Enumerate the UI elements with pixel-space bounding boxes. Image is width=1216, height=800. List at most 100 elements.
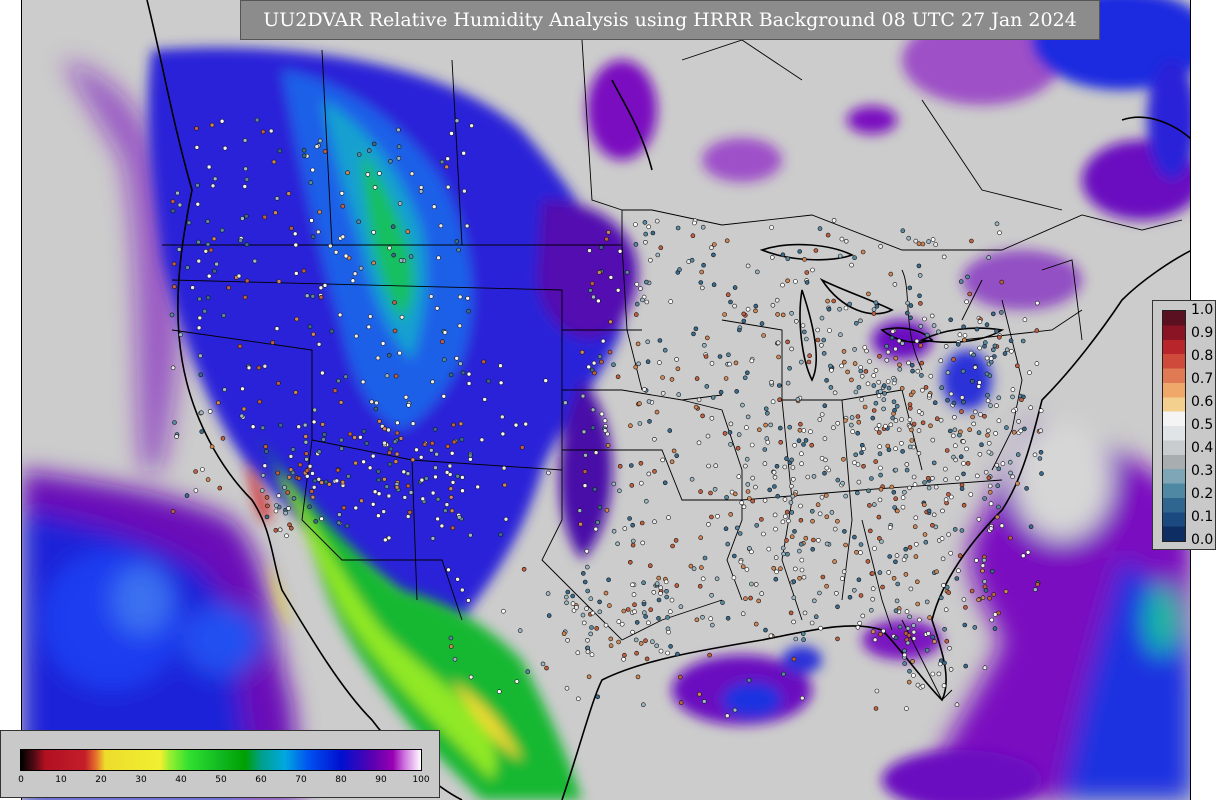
observation-marker [734,525,740,531]
observation-marker [338,437,344,443]
observation-marker [582,469,588,474]
observation-marker [320,422,326,427]
observation-marker [787,424,793,430]
observation-marker [791,619,796,625]
observation-marker [881,397,887,403]
observation-marker [753,484,758,490]
observation-marker [724,713,730,719]
observation-marker [859,373,865,379]
observation-marker [275,470,281,476]
observation-marker [782,464,788,470]
observation-marker [309,489,315,494]
observation-marker [982,340,988,345]
observation-marker [796,438,802,444]
observation-marker [197,296,202,302]
observation-marker [992,612,998,617]
observation-marker [943,607,949,613]
observation-marker [980,563,986,568]
observation-marker [790,476,796,482]
observation-marker [674,357,679,362]
observation-marker [671,448,677,454]
observation-marker [873,706,879,711]
observation-marker [990,347,996,353]
observation-marker [880,584,885,590]
observation-marker [638,460,644,466]
observation-marker [693,404,699,410]
observation-marker [338,400,344,405]
observation-marker [376,513,381,519]
observation-marker [903,553,909,559]
observation-marker [878,465,883,471]
observation-marker [817,511,823,517]
observation-marker [386,427,391,433]
observation-marker [865,559,871,564]
observation-marker [638,641,644,646]
observation-marker [444,502,450,507]
observation-marker [983,588,989,593]
observation-marker [651,589,657,595]
observation-marker [731,553,737,559]
observation-marker [268,128,274,134]
observation-marker [606,230,611,235]
observation-marker [911,629,917,635]
observation-marker [276,493,282,499]
observation-marker [316,341,322,347]
observation-marker [947,428,953,434]
observation-marker [989,617,995,623]
observation-marker [462,188,467,194]
observation-marker [1038,408,1044,413]
observation-marker [792,442,797,448]
observation-marker [304,473,310,479]
observation-marker [744,567,750,572]
observation-marker [286,506,291,511]
observation-marker [924,332,930,338]
observation-marker [1008,338,1014,344]
observation-marker [731,575,737,581]
observation-marker [327,243,333,249]
observation-marker [498,380,504,386]
observation-marker [923,539,929,545]
observation-marker [284,533,289,539]
observation-marker [657,360,662,365]
observation-marker [807,353,812,359]
observation-marker [209,122,215,128]
observation-marker [1008,470,1013,476]
observation-marker [797,249,803,254]
observation-marker [456,247,461,253]
observation-marker [365,172,371,177]
observation-marker [347,431,353,437]
observation-marker [908,586,914,592]
observation-marker [900,495,906,500]
observation-marker [244,177,250,182]
observation-marker [289,226,294,231]
rh-tick: 40 [175,775,187,785]
observation-marker [1009,348,1014,354]
observation-marker [753,621,759,627]
observation-marker [436,255,441,261]
observation-marker [855,625,861,630]
observation-marker [226,285,231,291]
observation-marker [764,410,770,416]
observation-marker [969,378,975,384]
observation-marker [291,496,297,501]
observation-marker [924,599,930,605]
observation-marker [660,457,666,463]
observation-marker [634,301,640,307]
observation-marker [172,420,177,425]
observation-marker [660,390,666,396]
observation-marker [826,306,832,312]
observation-marker [859,450,864,456]
observation-marker [307,324,313,329]
observation-marker [242,138,248,143]
observation-marker [776,383,782,388]
observation-marker [911,673,916,678]
observation-marker [804,280,810,285]
observation-marker [946,532,951,537]
observation-marker [621,608,627,614]
observation-marker [430,379,435,385]
observation-marker [969,238,974,244]
observation-marker [907,285,913,291]
observation-marker [606,577,611,583]
observation-marker [633,312,639,317]
observation-marker [451,439,457,445]
